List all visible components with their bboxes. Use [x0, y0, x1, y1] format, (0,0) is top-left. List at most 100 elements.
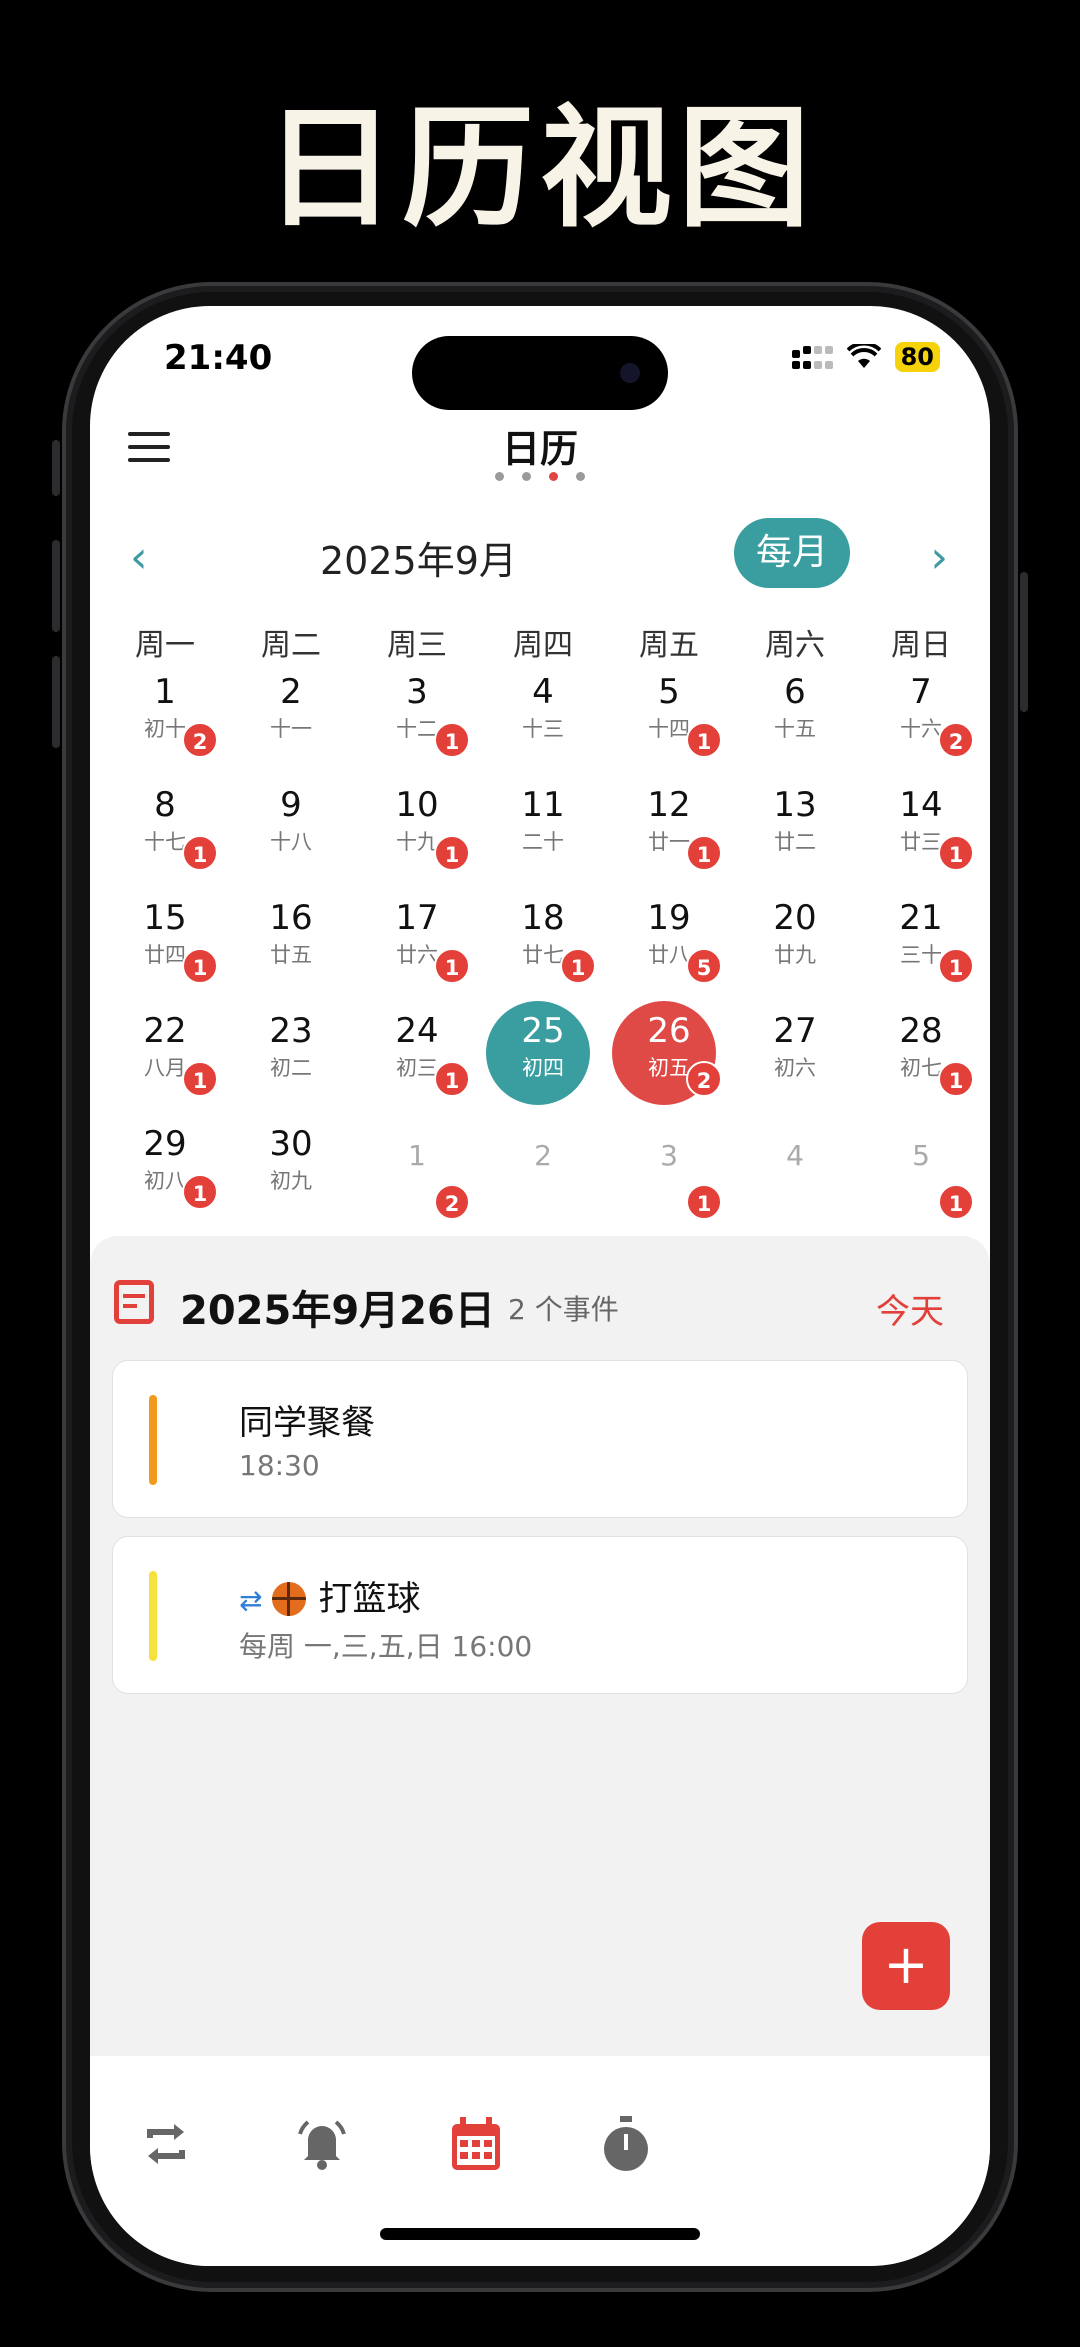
day-cell[interactable]: 30 初九: [228, 1110, 354, 1223]
day-cell[interactable]: 4 十三: [480, 658, 606, 771]
day-cell[interactable]: 17 廿六 1: [354, 884, 480, 997]
event-name: 同学聚餐: [239, 1403, 375, 1443]
tab-reminders[interactable]: [294, 2114, 350, 2174]
day-cell[interactable]: 23 初二: [228, 997, 354, 1110]
day-cell[interactable]: 27 初六: [732, 997, 858, 1110]
day-cell[interactable]: 7 十六 2: [858, 658, 984, 771]
view-mode-button[interactable]: 每月: [734, 518, 850, 588]
day-cell[interactable]: 22 八月 1: [102, 997, 228, 1110]
day-cell[interactable]: 14 廿三 1: [858, 771, 984, 884]
day-cell[interactable]: 19 廿八 5: [606, 884, 732, 997]
day-number: 4: [532, 672, 554, 712]
event-count-badge: 1: [938, 948, 974, 984]
day-cell[interactable]: 1 初十 2: [102, 658, 228, 771]
tab-calendar[interactable]: [448, 2114, 504, 2174]
page-dot-active[interactable]: [549, 472, 558, 481]
wifi-icon: [846, 344, 881, 368]
page-dot[interactable]: [522, 472, 531, 481]
event-count: 2 个事件: [508, 1293, 619, 1326]
volume-up-button: [52, 540, 60, 632]
today-button[interactable]: 今天: [876, 1284, 944, 1333]
tab-repeat[interactable]: [138, 2114, 194, 2174]
event-count-badge: 1: [938, 1184, 974, 1220]
repeat-icon: ⇄: [239, 1584, 263, 1617]
event-time: 18:30: [239, 1449, 320, 1482]
day-number: 2: [534, 1139, 552, 1172]
day-cell[interactable]: 28 初七 1: [858, 997, 984, 1110]
day-cell-today[interactable]: 25 初四: [480, 997, 606, 1110]
dynamic-island: [412, 336, 668, 410]
day-cell[interactable]: 5 十四 1: [606, 658, 732, 771]
camera-icon: [620, 363, 640, 383]
month-label[interactable]: 2025年9月: [320, 530, 517, 585]
event-count-badge: 2: [434, 1184, 470, 1220]
day-cell[interactable]: 12: [354, 1110, 480, 1223]
event-color-bar: [149, 1395, 157, 1485]
day-cell[interactable]: 8 十七 1: [102, 771, 228, 884]
lunar-date: 十五: [774, 717, 816, 741]
event-count-badge: 1: [182, 835, 218, 871]
day-cell[interactable]: 18 廿七 1: [480, 884, 606, 997]
day-cell[interactable]: 51: [858, 1110, 984, 1223]
day-number: 25: [521, 1011, 565, 1051]
day-cell[interactable]: 2 十一: [228, 658, 354, 771]
day-cell[interactable]: 10 十九 1: [354, 771, 480, 884]
event-time: 每周 一,三,五,日 16:00: [239, 1630, 533, 1663]
chevron-left-icon[interactable]: ‹: [130, 532, 148, 583]
add-event-button[interactable]: +: [862, 1922, 950, 2010]
lunar-date: 十三: [522, 717, 564, 741]
day-number: 30: [269, 1124, 313, 1164]
day-number: 5: [912, 1139, 930, 1172]
day-cell[interactable]: 2: [480, 1110, 606, 1223]
phone-screen: 21:40 80 日历 ‹ 2025年9月 每月 › 周一 周二 周三 周四 周…: [90, 306, 990, 2266]
day-cell[interactable]: 21 三十 1: [858, 884, 984, 997]
lunar-date: 初二: [270, 1056, 312, 1080]
day-number: 8: [154, 785, 176, 825]
day-number: 2: [280, 672, 302, 712]
event-count-badge: 1: [560, 948, 596, 984]
day-number: 20: [773, 898, 817, 938]
event-card[interactable]: ⇄ 打篮球 每周 一,三,五,日 16:00: [112, 1536, 968, 1694]
day-cell[interactable]: 11 二十: [480, 771, 606, 884]
day-number: 5: [658, 672, 680, 712]
day-number: 1: [154, 672, 176, 712]
tab-timer[interactable]: [598, 2114, 654, 2174]
day-cell-selected[interactable]: 26 初五 2: [606, 997, 732, 1110]
page-indicator[interactable]: [90, 472, 990, 481]
day-number: 12: [647, 785, 691, 825]
day-cell[interactable]: 15 廿四 1: [102, 884, 228, 997]
page-dot[interactable]: [495, 472, 504, 481]
day-cell[interactable]: 16 廿五: [228, 884, 354, 997]
day-cell[interactable]: 12 廿一 1: [606, 771, 732, 884]
day-cell[interactable]: 29 初八 1: [102, 1110, 228, 1223]
lunar-date: 初六: [774, 1056, 816, 1080]
chevron-right-icon[interactable]: ›: [930, 532, 948, 583]
day-cell[interactable]: 20 廿九: [732, 884, 858, 997]
day-cell[interactable]: 24 初三 1: [354, 997, 480, 1110]
day-cell[interactable]: 9 十八: [228, 771, 354, 884]
event-count-badge: 5: [686, 948, 722, 984]
event-color-bar: [149, 1571, 157, 1661]
calendar-icon: [452, 2117, 500, 2170]
event-count-badge: 1: [434, 948, 470, 984]
event-count-badge: 1: [686, 835, 722, 871]
day-number: 27: [773, 1011, 817, 1051]
day-number: 24: [395, 1011, 439, 1051]
day-cell[interactable]: 4: [732, 1110, 858, 1223]
event-card[interactable]: 同学聚餐 18:30: [112, 1360, 968, 1518]
power-button: [1020, 572, 1028, 712]
day-cell[interactable]: 3 十二 1: [354, 658, 480, 771]
day-cell[interactable]: 31: [606, 1110, 732, 1223]
day-number: 3: [406, 672, 428, 712]
status-time: 21:40: [164, 338, 273, 378]
day-number: 29: [143, 1124, 187, 1164]
action-button: [52, 440, 60, 496]
page-dot[interactable]: [576, 472, 585, 481]
day-cell[interactable]: 6 十五: [732, 658, 858, 771]
bell-icon: [298, 2120, 346, 2170]
day-number: 6: [784, 672, 806, 712]
day-number: 4: [786, 1139, 804, 1172]
event-count-badge: 1: [686, 1184, 722, 1220]
home-indicator[interactable]: [380, 2228, 700, 2240]
day-cell[interactable]: 13 廿二: [732, 771, 858, 884]
